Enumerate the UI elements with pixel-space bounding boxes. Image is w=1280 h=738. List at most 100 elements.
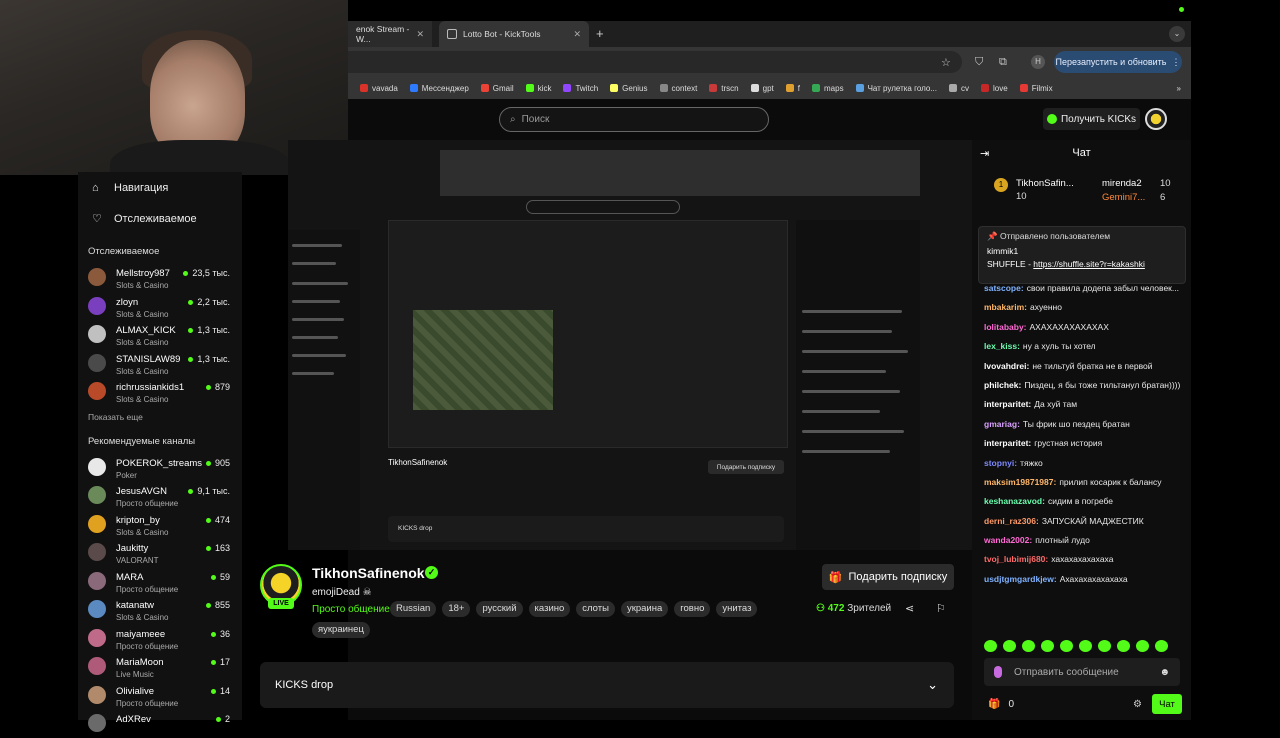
bookmark-gmail[interactable]: Gmail [480, 84, 514, 93]
sidebar-channel[interactable]: STANISLAW89 Slots & Casino 1,3 тыс. [78, 349, 242, 378]
tag[interactable]: украина [620, 601, 669, 617]
bookmark-kick[interactable]: kick [525, 84, 551, 93]
sidebar-channel[interactable]: MariaMoon Live Music 17 [78, 652, 242, 681]
tag[interactable]: говно [674, 601, 711, 617]
gear-icon[interactable]: ⚙ [1133, 699, 1142, 710]
sidebar-channel[interactable]: maiyameee Просто общение 36 [78, 624, 242, 653]
sidebar-channel[interactable]: AdXRev 2 [78, 709, 242, 738]
chat-username[interactable]: interparitet: [984, 399, 1031, 409]
sidebar-channel[interactable]: MARA Просто общение 59 [78, 567, 242, 596]
bookmark-love[interactable]: love [981, 84, 1008, 93]
sidebar-channel[interactable]: katanatw Slots & Casino 855 [78, 595, 242, 624]
sidebar-channel[interactable]: zloyn Slots & Casino 2,2 тыс. [78, 292, 242, 321]
sidebar-channel[interactable]: ALMAX_KICK Slots & Casino 1,3 тыс. [78, 320, 242, 349]
shield-icon[interactable]: ⛉ [975, 56, 983, 69]
close-icon[interactable]: ✕ [573, 29, 581, 40]
chat-username[interactable]: lex_kiss: [984, 341, 1020, 351]
bookmark-trscn[interactable]: trscn [709, 84, 739, 93]
bookmark-maps[interactable]: maps [812, 84, 844, 93]
chat-username[interactable]: maksim19871987: [984, 477, 1056, 487]
emote-icon[interactable] [1041, 640, 1054, 652]
profile-avatar[interactable]: Н [1031, 55, 1045, 69]
emote-icon[interactable] [1136, 640, 1149, 652]
chat-username[interactable]: usdjtgmgardkjew: [984, 574, 1057, 584]
tag[interactable]: русский [476, 601, 523, 617]
leader-name[interactable]: Gemini7... [1102, 192, 1145, 203]
bookmark-twitch[interactable]: Twitch [563, 84, 598, 93]
chat-username[interactable]: lolitababy: [984, 322, 1027, 332]
chat-username[interactable]: satscope: [984, 283, 1024, 293]
avatar[interactable] [1145, 108, 1167, 130]
sidebar-channel[interactable]: Jaukitty VALORANT 163 [78, 538, 242, 567]
emote-icon[interactable] [1098, 640, 1111, 652]
close-icon[interactable]: ✕ [416, 29, 424, 40]
kicks-drop-panel[interactable]: KICKS drop ⌄ [260, 662, 954, 708]
sidebar-item-navigation[interactable]: ⌂ Навигация [78, 172, 242, 203]
emote-icon[interactable] [1060, 640, 1073, 652]
bookmark-genius[interactable]: Genius [610, 84, 648, 93]
chat-username[interactable]: mbakarim: [984, 302, 1027, 312]
tag[interactable]: Russian [390, 601, 437, 617]
tag[interactable]: унитаз [716, 601, 758, 617]
gift-icon[interactable]: 🎁 [988, 699, 1000, 710]
leader-name[interactable]: mirenda2 [1102, 178, 1142, 189]
share-icon[interactable]: ⋖ [905, 602, 914, 615]
chat-username[interactable]: keshanazavod: [984, 496, 1045, 506]
tag[interactable]: 18+ [442, 601, 471, 617]
emote-icon[interactable] [1022, 640, 1035, 652]
chat-username[interactable]: lvovahdrei: [984, 361, 1029, 371]
emote-icon[interactable] [984, 640, 997, 652]
chevron-right-icon[interactable]: » [1177, 84, 1181, 93]
sidebar-channel[interactable]: Olivialive Просто общение 14 [78, 681, 242, 710]
collapse-icon[interactable]: ⇥ [980, 147, 989, 160]
bookmark-vavada[interactable]: vavada [360, 84, 398, 93]
chat-input[interactable]: Отправить сообщение ☻ [984, 658, 1180, 686]
chat-username[interactable]: gmariag: [984, 419, 1020, 429]
bookmark-chat-roulette[interactable]: Чат рулетка голо... [855, 84, 937, 93]
chat-username[interactable]: wanda2002: [984, 535, 1032, 545]
sidebar-channel[interactable]: Mellstroy987 Slots & Casino 23,5 тыс. [78, 263, 242, 292]
streamer-name[interactable]: TikhonSafinenok [312, 565, 425, 581]
gift-sub-button[interactable]: 🎁 Подарить подписку [822, 564, 954, 590]
bookmark-f[interactable]: f [785, 84, 800, 93]
sidebar-channel[interactable]: richrussiankids1 Slots & Casino 879 [78, 377, 242, 406]
stream-video[interactable]: TikhonSafinenok Подарить подписку KICKS … [288, 140, 972, 550]
chat-send-button[interactable]: Чат [1152, 694, 1182, 714]
bookmark-messenger[interactable]: Мессенджер [409, 84, 469, 93]
pinned-user[interactable]: kimmik1 [987, 246, 1177, 256]
emote-icon[interactable] [1003, 640, 1016, 652]
bookmark-filmix[interactable]: Filmix [1019, 84, 1053, 93]
emote-icon[interactable] [1117, 640, 1130, 652]
tag[interactable]: казино [528, 601, 571, 617]
bookmark-cv[interactable]: cv [949, 84, 969, 93]
emote-icon[interactable] [1155, 640, 1168, 652]
chat-username[interactable]: stopnyi: [984, 458, 1017, 468]
new-tab-button[interactable]: + [596, 21, 604, 47]
bookmark-context[interactable]: context [659, 84, 697, 93]
show-more-link[interactable]: Показать еще [78, 406, 242, 428]
chevron-down-icon[interactable]: ⌄ [1169, 26, 1185, 42]
pinned-link[interactable]: https://shuffle.site?r=kakashki [1033, 259, 1145, 269]
emoji-icon[interactable]: ☻ [1159, 667, 1170, 678]
relaunch-button[interactable]: Перезапустить и обновить ⋮ [1054, 51, 1182, 73]
tag[interactable]: яукраинец [312, 622, 370, 638]
tab-lotto-bot[interactable]: Lotto Bot - KickTools ✕ [439, 21, 589, 47]
get-kicks-button[interactable]: Получить KICKs [1043, 108, 1140, 130]
tab-stream[interactable]: enok Stream - W... ✕ [348, 21, 432, 47]
search-input[interactable]: ⌕ Поиск [499, 107, 769, 132]
sidebar-channel[interactable]: POKEROK_streams Poker 905 [78, 453, 242, 482]
extensions-icon[interactable]: ⧉ [999, 56, 1007, 69]
star-icon[interactable]: ☆ [941, 56, 951, 69]
user-icon[interactable]: ⚐ [936, 602, 946, 615]
chat-username[interactable]: philchek: [984, 380, 1021, 390]
emote-icon[interactable] [1079, 640, 1092, 652]
sidebar-channel[interactable]: kripton_by Slots & Casino 474 [78, 510, 242, 539]
chat-username[interactable]: interparitet: [984, 438, 1031, 448]
leader-name[interactable]: TikhonSafin... [1016, 178, 1074, 189]
chat-username[interactable]: derni_raz306: [984, 516, 1039, 526]
bookmark-gpt[interactable]: gpt [750, 84, 774, 93]
tag[interactable]: слоты [576, 601, 615, 617]
sidebar-channel[interactable]: JesusAVGN Просто общение 9,1 тыс. [78, 481, 242, 510]
sidebar-item-following[interactable]: ♡ Отслеживаемое [78, 203, 242, 234]
chat-username[interactable]: tvoj_lubimij680: [984, 554, 1048, 564]
